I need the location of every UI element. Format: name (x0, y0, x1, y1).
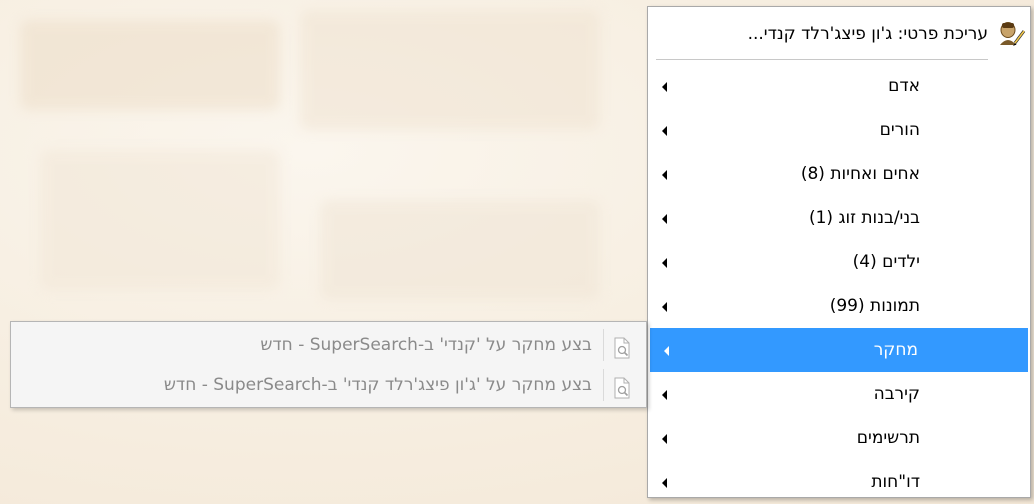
submenu-item-research-surname[interactable]: בצע מחקר על 'קנדי' ב-SuperSearch - חדש (11, 325, 646, 365)
menu-item-research[interactable]: מחקר (650, 328, 1028, 372)
edit-person-icon (998, 21, 1026, 47)
menu-title: עריכת פרטי: ג'ון פיצג'רלד קנדי... (747, 24, 988, 44)
menu-item-children[interactable]: ילדים (4) (648, 240, 1030, 284)
submenu-arrow-icon (662, 214, 667, 224)
context-menu: עריכת פרטי: ג'ון פיצג'רלד קנדי... אדם הו… (647, 6, 1031, 498)
submenu-item-label: בצע מחקר על 'קנדי' ב-SuperSearch - חדש (260, 335, 592, 355)
submenu-item-label: בצע מחקר על 'ג'ון פיצג'רלד קנדי' ב-Super… (163, 375, 592, 395)
menu-item-label: תמונות (99) (829, 296, 920, 316)
submenu-arrow-icon (662, 126, 667, 136)
menu-item-label: מחקר (873, 340, 918, 360)
header-divider (656, 59, 988, 60)
menu-item-siblings[interactable]: אחים ואחיות (8) (648, 152, 1030, 196)
menu-item-label: ילדים (4) (852, 252, 920, 272)
menu-item-photos[interactable]: תמונות (99) (648, 284, 1030, 328)
submenu-arrow-icon (662, 82, 667, 92)
background-shape (320, 200, 600, 300)
submenu-item-research-fullname[interactable]: בצע מחקר על 'ג'ון פיצג'רלד קנדי' ב-Super… (11, 365, 646, 405)
menu-item-label: בני/בנות זוג (1) (808, 208, 920, 228)
submenu-arrow-icon (664, 346, 669, 356)
submenu-arrow-icon (662, 258, 667, 268)
submenu-divider (603, 369, 604, 401)
menu-item-label: דו"חות (871, 472, 920, 492)
submenu-arrow-icon (662, 390, 667, 400)
submenu-arrow-icon (662, 434, 667, 444)
document-search-icon (612, 334, 632, 359)
menu-item-spouses[interactable]: בני/בנות זוג (1) (648, 196, 1030, 240)
menu-items: אדם הורים אחים ואחיות (8) בני/בנות זוג (… (648, 64, 1030, 504)
menu-item-label: אדם (888, 76, 920, 96)
submenu-arrow-icon (662, 302, 667, 312)
submenu-divider (603, 329, 604, 361)
menu-item-label: קירבה (873, 384, 920, 404)
background-shape (20, 20, 280, 110)
menu-item-person[interactable]: אדם (648, 64, 1030, 108)
research-submenu: בצע מחקר על 'קנדי' ב-SuperSearch - חדש ב… (10, 321, 647, 408)
menu-item-relationship[interactable]: קירבה (648, 372, 1030, 416)
background-shape (40, 150, 280, 290)
menu-item-label: תרשימים (856, 428, 920, 448)
menu-item-reports[interactable]: דו"חות (648, 460, 1030, 504)
background-shape (300, 10, 600, 130)
document-search-icon (612, 374, 632, 399)
menu-item-label: אחים ואחיות (8) (800, 164, 920, 184)
submenu-arrow-icon (662, 170, 667, 180)
submenu-arrow-icon (662, 478, 667, 488)
menu-item-parents[interactable]: הורים (648, 108, 1030, 152)
menu-item-charts[interactable]: תרשימים (648, 416, 1030, 460)
menu-header[interactable]: עריכת פרטי: ג'ון פיצג'רלד קנדי... (648, 7, 1030, 59)
menu-item-label: הורים (879, 120, 920, 140)
